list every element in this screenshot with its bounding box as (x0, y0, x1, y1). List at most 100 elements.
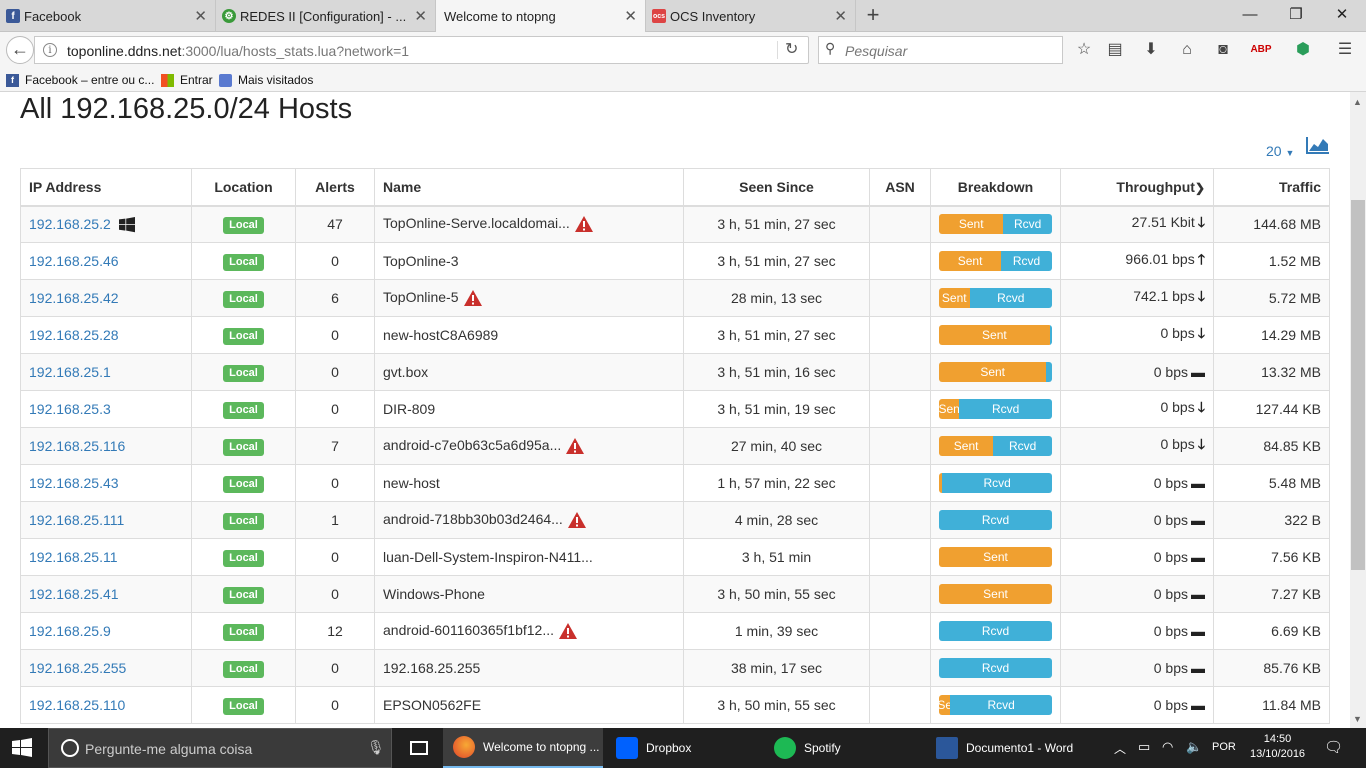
back-button[interactable]: ← (6, 36, 34, 64)
bookmark-mais-visitados[interactable]: Mais visitados (219, 73, 313, 87)
area-chart-icon[interactable] (1306, 136, 1330, 154)
url-text[interactable]: toponline.ddns.net:3000/lua/hosts_stats.… (67, 43, 409, 59)
cortana-search[interactable]: Pergunte-me alguma coisa 🎙 (48, 728, 392, 768)
bookmark-entrar[interactable]: Entrar (161, 73, 213, 87)
chevron-up-icon[interactable]: ︿ (1114, 740, 1126, 757)
taskbar-app-spotify[interactable]: Spotify (764, 728, 924, 768)
col-seen-since[interactable]: Seen Since (683, 168, 870, 207)
location-badge: Local (223, 253, 264, 271)
clock[interactable]: 14:50 13/10/2016 (1250, 732, 1305, 762)
location-cell: Local (191, 316, 296, 354)
host-name[interactable]: new-host (383, 475, 440, 491)
col-traffic[interactable]: Traffic (1213, 168, 1330, 207)
download-icon[interactable]: ⬇ (1140, 40, 1162, 60)
reload-icon[interactable]: ↻ (785, 39, 798, 59)
language-indicator[interactable]: POR (1212, 741, 1236, 753)
col-location[interactable]: Location (191, 168, 296, 207)
taskbar-app-firefox[interactable]: Welcome to ntopng ... (443, 728, 603, 768)
tab-ocs[interactable]: ocs OCS Inventory ✕ (646, 0, 856, 32)
tab-redes[interactable]: ⚙ REDES II [Configuration] - ... ✕ (216, 0, 436, 32)
new-tab-button[interactable]: + (861, 4, 885, 28)
ip-link[interactable]: 192.168.25.3 (29, 401, 111, 417)
ip-link[interactable]: 192.168.25.111 (29, 512, 124, 528)
scrollbar-thumb[interactable] (1351, 200, 1365, 570)
col-breakdown[interactable]: Breakdown (930, 168, 1061, 207)
minimize-button[interactable]: — (1230, 4, 1270, 28)
extension-icon[interactable]: ⬢ (1292, 40, 1314, 60)
ip-link[interactable]: 192.168.25.9 (29, 623, 111, 639)
ip-link[interactable]: 192.168.25.116 (29, 438, 125, 454)
search-bar[interactable]: ⚲ Pesquisar (818, 36, 1063, 64)
scroll-up-icon[interactable]: ▲ (1353, 97, 1362, 107)
pocket-icon[interactable]: ◙ (1212, 40, 1234, 60)
taskbar-app-dropbox[interactable]: Dropbox (606, 728, 766, 768)
col-throughput[interactable]: Throughput❯ (1060, 168, 1214, 207)
breakdown-cell: Sent (930, 353, 1061, 391)
host-name[interactable]: EPSON0562FE (383, 697, 481, 713)
reading-list-icon[interactable]: ▤ (1104, 40, 1126, 60)
location-badge: Local (223, 697, 264, 715)
location-cell: Local (191, 390, 296, 428)
ip-link[interactable]: 192.168.25.1 (29, 364, 111, 380)
battery-icon[interactable]: ▭ (1138, 739, 1150, 755)
ip-link[interactable]: 192.168.25.41 (29, 586, 119, 602)
task-view-button[interactable] (404, 728, 434, 768)
notifications-icon[interactable]: 🗨 (1324, 738, 1343, 756)
volume-icon[interactable]: 🔈 (1186, 739, 1202, 755)
host-name[interactable]: TopOnline-3 (383, 253, 459, 269)
ip-link[interactable]: 192.168.25.255 (29, 660, 126, 676)
asn-cell (869, 242, 931, 280)
microphone-icon[interactable]: 🎙 (367, 739, 385, 756)
wifi-icon[interactable]: ◠ (1162, 739, 1173, 755)
page-size-dropdown[interactable]: 20 ▼ (1266, 143, 1294, 159)
close-icon[interactable]: ✕ (414, 7, 427, 25)
host-name[interactable]: TopOnline-Serve.localdomai... (383, 215, 570, 231)
close-window-button[interactable]: ✕ (1322, 4, 1362, 28)
adblock-icon[interactable]: ABP (1250, 40, 1272, 60)
info-icon[interactable]: i (43, 43, 57, 57)
scroll-down-icon[interactable]: ▼ (1353, 714, 1362, 724)
col-alerts[interactable]: Alerts (295, 168, 375, 207)
tab-facebook[interactable]: f Facebook ✕ (0, 0, 216, 32)
col-asn[interactable]: ASN (869, 168, 931, 207)
host-name[interactable]: new-hostC8A6989 (383, 327, 498, 343)
url-bar[interactable]: i toponline.ddns.net:3000/lua/hosts_stat… (34, 36, 809, 64)
close-icon[interactable]: ✕ (834, 7, 847, 25)
ip-link[interactable]: 192.168.25.28 (29, 327, 119, 343)
ip-link[interactable]: 192.168.25.110 (29, 697, 125, 713)
close-icon[interactable]: ✕ (624, 7, 637, 25)
ip-link[interactable]: 192.168.25.11 (29, 549, 118, 565)
alerts-cell: 0 (295, 538, 375, 576)
windows-start-icon[interactable] (12, 738, 32, 758)
table-row: 192.168.25.11 Local 0 luan-Dell-System-Insp… (20, 538, 1330, 576)
home-icon[interactable]: ⌂ (1176, 40, 1198, 60)
bookmark-star-icon[interactable]: ☆ (1073, 40, 1095, 60)
warning-icon (566, 438, 585, 455)
close-icon[interactable]: ✕ (194, 7, 207, 25)
host-name[interactable]: TopOnline-5 (383, 289, 459, 305)
host-name[interactable]: Windows-Phone (383, 586, 485, 602)
ip-link[interactable]: 192.168.25.46 (29, 253, 119, 269)
ip-link[interactable]: 192.168.25.42 (29, 290, 119, 306)
rcvd-segment: Rcvd (942, 473, 1052, 493)
host-name[interactable]: gvt.box (383, 364, 428, 380)
sent-segment: Sent (939, 325, 1050, 345)
host-name[interactable]: DIR-809 (383, 401, 435, 417)
host-name[interactable]: android-c7e0b63c5a6d95a... (383, 437, 561, 453)
host-name[interactable]: android-718bb30b03d2464... (383, 511, 563, 527)
host-name[interactable]: luan-Dell-System-Inspiron-N411... (383, 549, 593, 565)
table-row: 192.168.25.111 Local 1 android-718bb30b03d2… (20, 501, 1330, 539)
menu-icon[interactable]: ☰ (1334, 40, 1356, 60)
breakdown-cell: Sent (930, 538, 1061, 576)
col-name[interactable]: Name (374, 168, 684, 207)
bookmark-facebook[interactable]: f Facebook – entre ou c... (6, 73, 154, 87)
location-cell: Local (191, 427, 296, 465)
host-name[interactable]: android-601160365f1bf12... (383, 622, 554, 638)
col-ip-address[interactable]: IP Address (20, 168, 192, 207)
maximize-button[interactable]: ❐ (1276, 4, 1316, 28)
ip-link[interactable]: 192.168.25.2 (29, 216, 111, 232)
taskbar-app-word[interactable]: Documento1 - Word (926, 728, 1091, 768)
host-name[interactable]: 192.168.25.255 (383, 660, 480, 676)
ip-link[interactable]: 192.168.25.43 (29, 475, 119, 491)
tab-ntopng[interactable]: Welcome to ntopng ✕ (436, 0, 646, 33)
